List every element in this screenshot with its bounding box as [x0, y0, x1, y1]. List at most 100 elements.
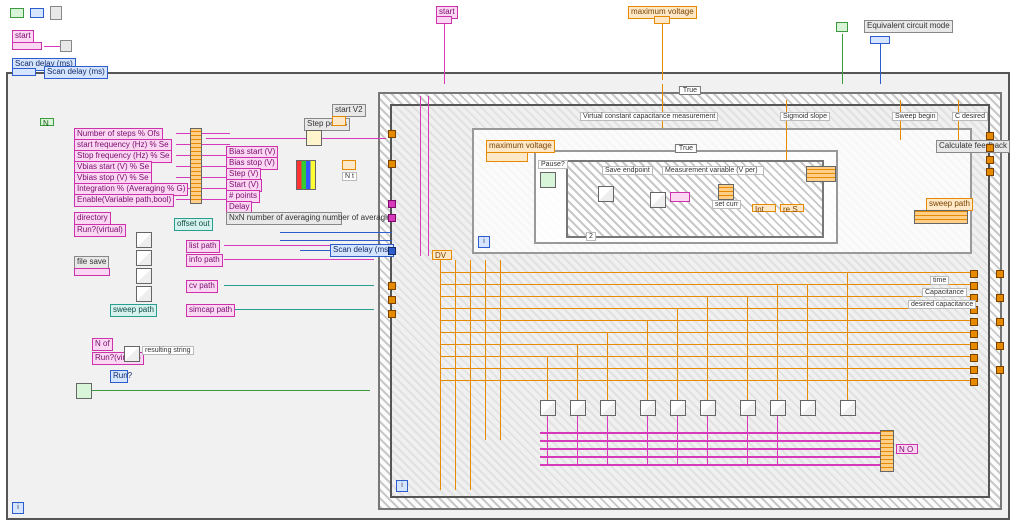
wire: [280, 240, 392, 241]
tunnel: [388, 247, 396, 255]
color-bundle-icon: [296, 160, 316, 190]
n-o-indicator: N O: [896, 444, 918, 454]
wire: [662, 24, 663, 80]
max-voltage-inner-ctrl[interactable]: [486, 152, 528, 162]
shift-register: [986, 168, 994, 176]
build-path-1-icon: [136, 232, 152, 248]
meas-var-ctrl[interactable]: [670, 192, 690, 202]
set-curr-icon: [718, 184, 734, 200]
tunnel-out: [996, 294, 1004, 302]
offset-out: offset out: [174, 218, 213, 231]
wire: [440, 368, 970, 369]
wire: [707, 296, 708, 400]
while-index-i: i: [396, 480, 408, 492]
wire: [224, 259, 374, 260]
start-terminal: [60, 40, 72, 52]
start-label: start: [12, 30, 34, 43]
meas-vi-icon: [650, 192, 666, 208]
tunnel: [388, 130, 396, 138]
wire: [455, 260, 456, 490]
wire: [786, 100, 787, 160]
inner-case-selector[interactable]: True: [675, 144, 697, 153]
bus-vi-4: [640, 400, 656, 416]
wire: [647, 320, 648, 400]
shift-register: [970, 366, 978, 374]
resulting-string: resulting string: [142, 346, 194, 355]
pause-label: Pause?: [538, 160, 568, 169]
shift-register: [970, 270, 978, 278]
max-voltage-ctrl[interactable]: [654, 16, 670, 24]
shift-register: [986, 132, 994, 140]
wire: [777, 414, 778, 466]
bus-vi-6: [700, 400, 716, 416]
wire: [176, 144, 230, 145]
format-string-icon: [124, 346, 140, 362]
cv-path[interactable]: cv path: [186, 280, 218, 293]
enable-var[interactable]: Enable(Variable path,bool): [74, 194, 174, 207]
wire: [440, 344, 970, 345]
build-path-4-icon: [136, 286, 152, 302]
int-indicator: Int: [752, 204, 776, 212]
bus-vi-7: [740, 400, 756, 416]
wire: [500, 260, 501, 440]
stop-button-icon[interactable]: [50, 6, 62, 20]
scan-delay-value[interactable]: [12, 68, 36, 76]
wire: [777, 284, 778, 400]
wire: [547, 356, 548, 400]
wire: [842, 34, 843, 84]
start-control[interactable]: [12, 42, 42, 50]
sweep-path-right: sweep path: [926, 198, 973, 211]
run-bool[interactable]: Run?: [110, 370, 128, 383]
tunnel-out: [996, 270, 1004, 278]
ecm-bool-icon[interactable]: [836, 22, 848, 32]
scan-delay-ms-2: Scan delay (ms): [330, 244, 394, 257]
shift-register: [970, 330, 978, 338]
inner-index-i: i: [478, 236, 490, 248]
triangle-compare-icon: [76, 383, 92, 399]
shift-register: [986, 156, 994, 164]
tunnel: [388, 200, 396, 208]
wire: [224, 309, 374, 310]
wire: [540, 464, 880, 466]
bus-vi-9: [800, 400, 816, 416]
shift-register: [986, 144, 994, 152]
wire: [607, 414, 608, 466]
wire: [90, 390, 370, 391]
tunnel-out: [996, 318, 1004, 326]
simcap-path[interactable]: simcap path: [186, 304, 235, 317]
pause-bool-icon[interactable]: [540, 172, 556, 188]
wire: [206, 138, 386, 139]
wire: [428, 96, 429, 256]
error-cluster-in-icon[interactable]: [10, 8, 24, 18]
wire: [440, 260, 441, 490]
build-path-2-icon: [136, 250, 152, 266]
file-save-ctrl[interactable]: [74, 268, 110, 276]
wire: [607, 332, 608, 400]
case-selector[interactable]: True: [679, 86, 701, 95]
wire: [540, 448, 880, 450]
calculate-feedback: Calculate feedback: [936, 140, 1010, 153]
ecm-numeric[interactable]: [870, 36, 890, 44]
directory-label: directory: [74, 212, 111, 225]
tunnel: [388, 310, 396, 318]
n-avg: NxN number of averaging number of averag…: [226, 212, 342, 225]
info-path[interactable]: info path: [186, 254, 223, 267]
wire: [176, 166, 230, 167]
wire: [540, 456, 880, 458]
bus-vi-2: [570, 400, 586, 416]
wire: [44, 46, 60, 47]
capacitance-label: Capacitance: [922, 288, 967, 297]
wire: [707, 414, 708, 466]
wire: [847, 272, 848, 400]
n-terminal: N: [40, 118, 54, 126]
sweep-bundle-icon: [914, 210, 968, 224]
list-path[interactable]: list path: [186, 240, 220, 253]
wire: [440, 356, 970, 357]
bool-control-icon[interactable]: [30, 8, 44, 18]
tunnel-out: [996, 366, 1004, 374]
start-v2-ctrl[interactable]: [332, 116, 346, 126]
wire: [440, 332, 970, 333]
start-top-ctrl[interactable]: [436, 16, 452, 24]
n-t-ctrl[interactable]: [342, 160, 356, 170]
save-endpoint: Save endpoint: [602, 166, 653, 175]
